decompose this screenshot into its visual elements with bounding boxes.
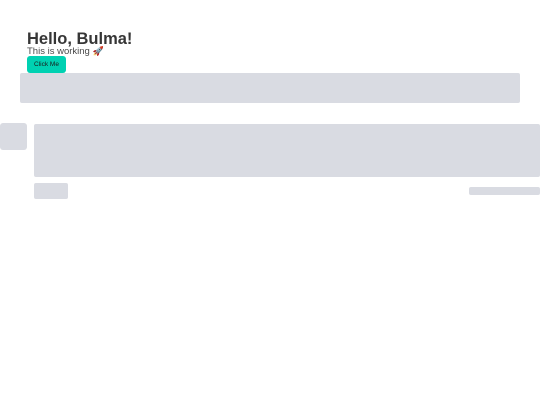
click-me-button[interactable]: Click Me [27, 56, 66, 73]
skeleton-text-line [469, 187, 540, 195]
skeleton-small-block [34, 183, 68, 199]
subtitle-text: This is working [27, 45, 90, 57]
skeleton-avatar [0, 123, 27, 150]
page: Hello, Bulma! This is working 🚀 Click Me [0, 0, 540, 405]
skeleton-banner [20, 73, 520, 103]
skeleton-content-block [34, 124, 540, 177]
rocket-icon: 🚀 [92, 45, 104, 56]
